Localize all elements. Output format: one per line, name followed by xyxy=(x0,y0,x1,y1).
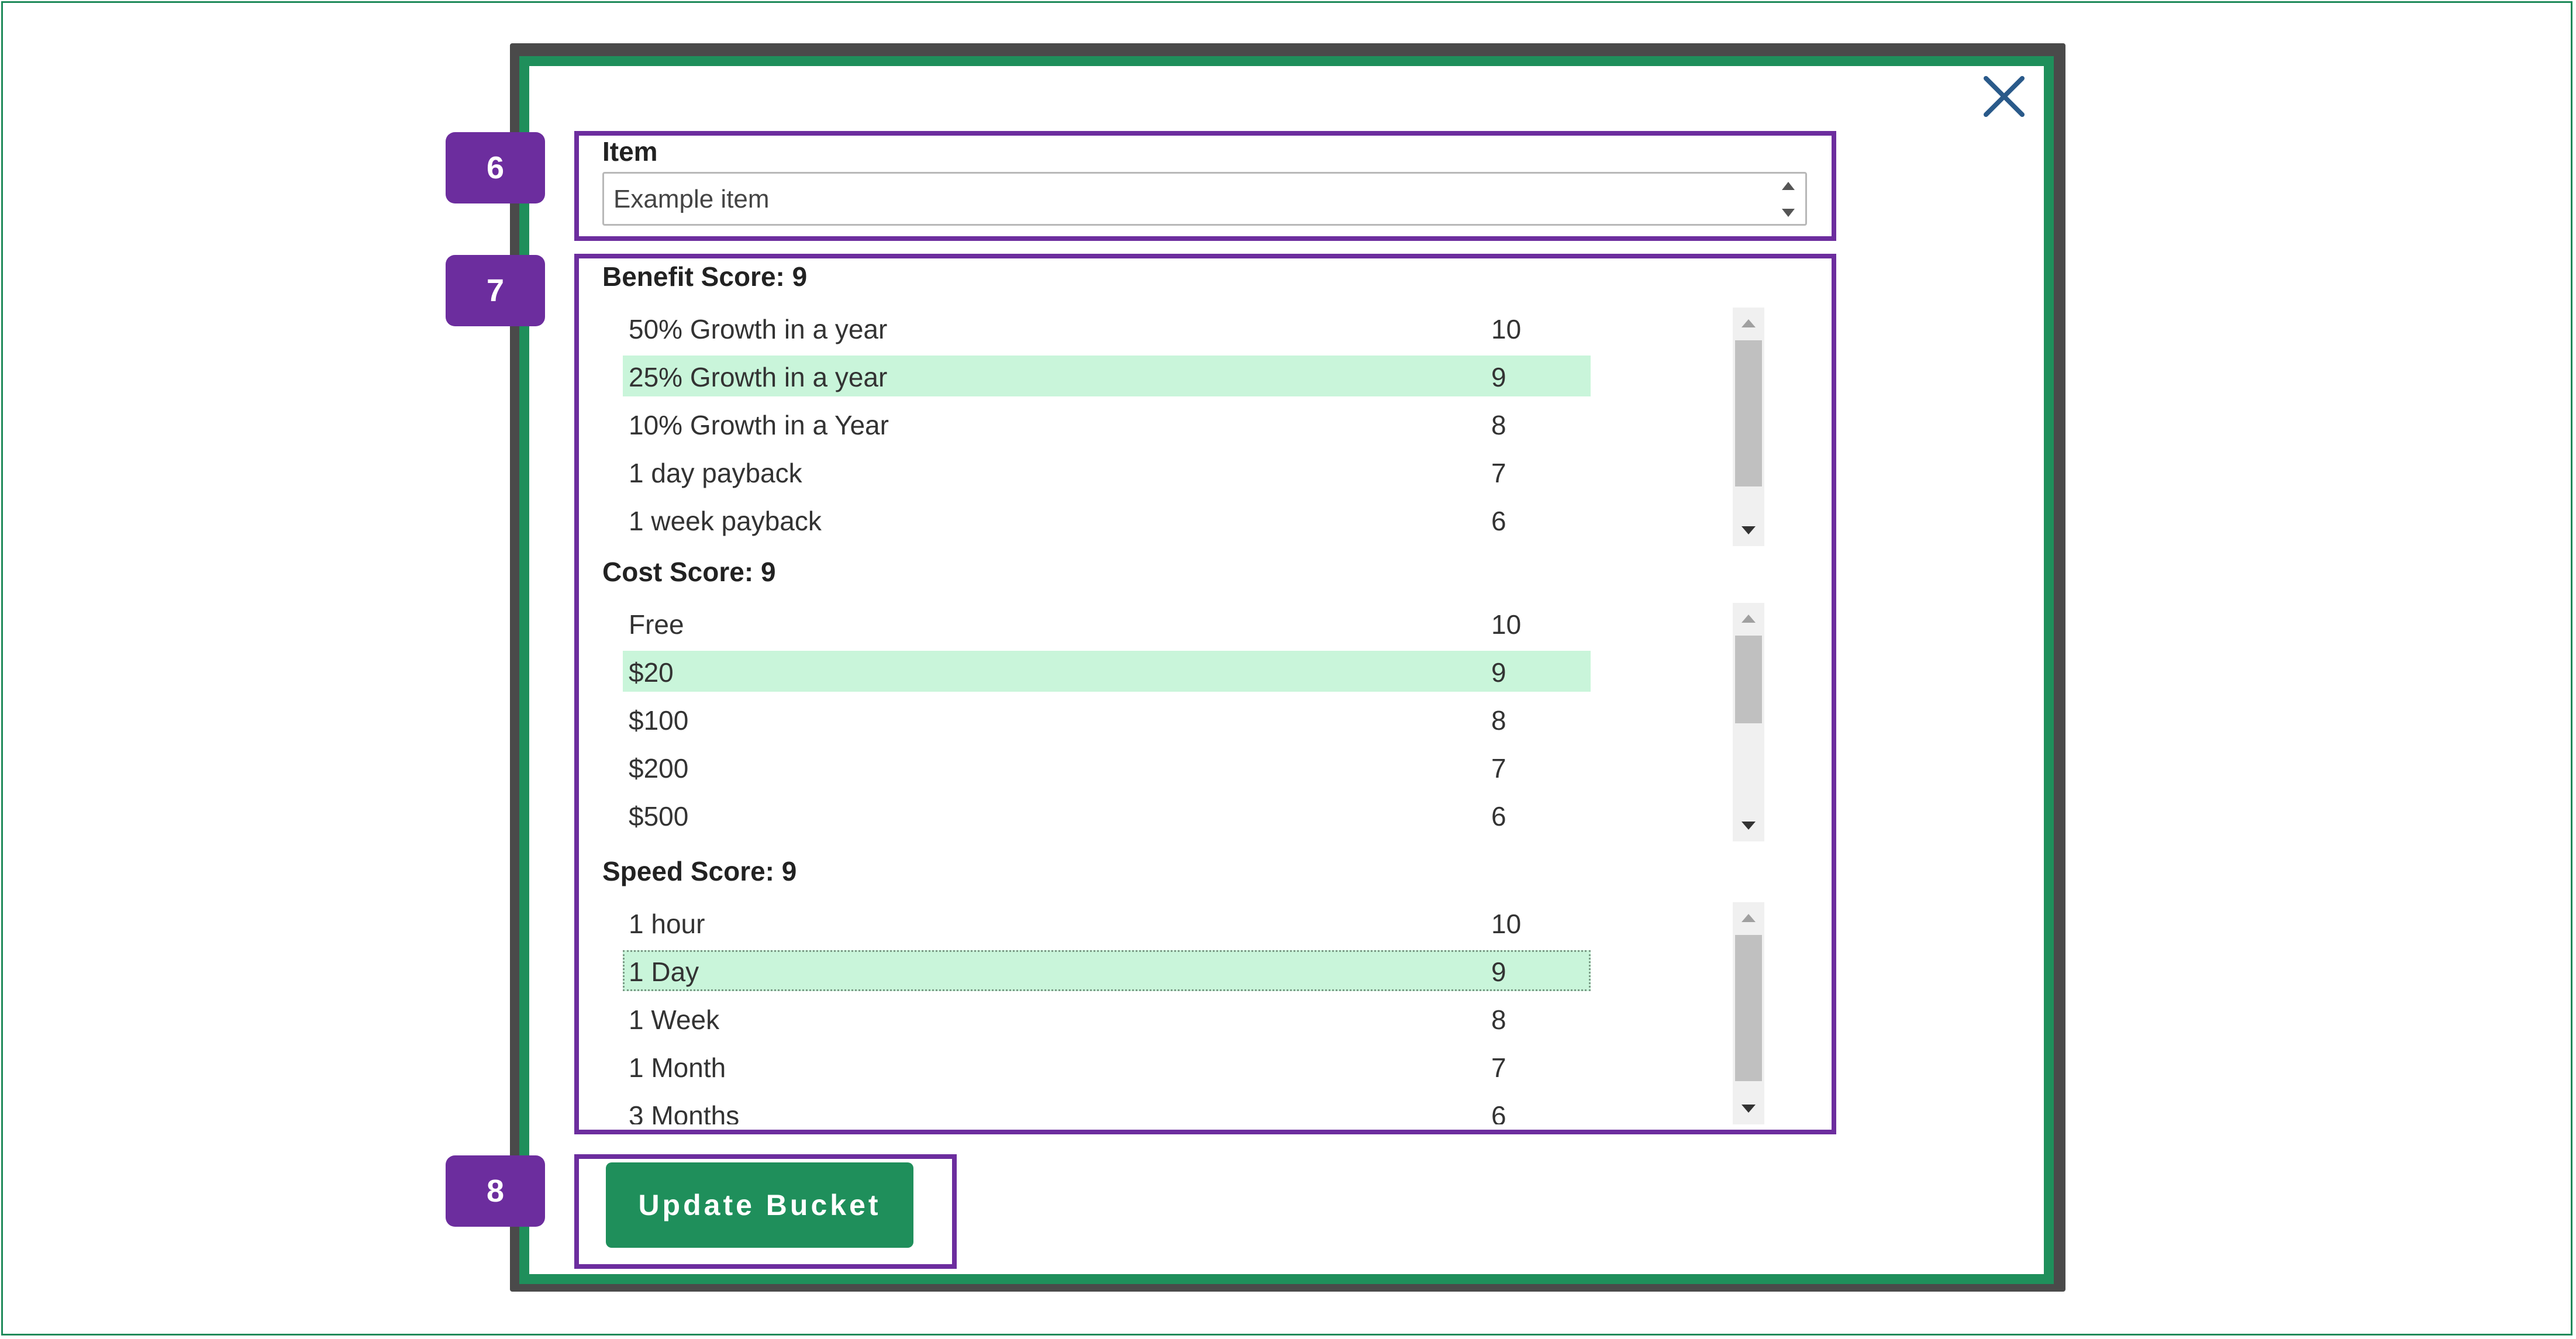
row-score: 10 xyxy=(1491,314,1522,344)
row-label: 25% Growth in a year xyxy=(629,362,888,392)
scroll-down-icon[interactable] xyxy=(1742,1105,1756,1113)
list-item[interactable]: $500 6 xyxy=(623,795,1591,836)
spin-down-icon[interactable] xyxy=(1782,209,1795,217)
list-item[interactable]: 3 Months 6 xyxy=(623,1094,1591,1124)
callout-badge-6: 6 xyxy=(446,132,545,203)
row-label: 1 week payback xyxy=(629,506,822,536)
scrollbar-thumb[interactable] xyxy=(1735,636,1762,723)
row-score: 6 xyxy=(1491,801,1506,831)
list-item-selected[interactable]: 1 Day 9 xyxy=(623,950,1591,991)
benefit-listbox[interactable]: 50% Growth in a year 10 25% Growth in a … xyxy=(623,308,1769,547)
scroll-down-icon[interactable] xyxy=(1742,526,1756,534)
row-label: $200 xyxy=(629,753,689,784)
benefit-score-heading: Benefit Score: 9 xyxy=(602,261,808,292)
row-score: 8 xyxy=(1491,705,1506,736)
list-item-selected[interactable]: $20 9 xyxy=(623,651,1591,692)
list-item-selected[interactable]: 25% Growth in a year 9 xyxy=(623,356,1591,396)
row-label: 50% Growth in a year xyxy=(629,314,888,344)
update-bucket-button[interactable]: Update Bucket xyxy=(606,1162,913,1248)
row-score: 10 xyxy=(1491,609,1522,640)
row-label: 1 Week xyxy=(629,1005,720,1035)
cost-scrollbar[interactable] xyxy=(1733,603,1764,841)
row-score: 7 xyxy=(1491,458,1506,488)
scroll-down-icon[interactable] xyxy=(1742,822,1756,830)
callout-badge-8: 8 xyxy=(446,1155,545,1227)
row-label: 1 Month xyxy=(629,1052,726,1083)
list-item[interactable]: 1 Month 7 xyxy=(623,1046,1591,1087)
speed-scrollbar[interactable] xyxy=(1733,902,1764,1124)
list-item[interactable]: 1 week payback 6 xyxy=(623,499,1591,540)
spin-up-icon[interactable] xyxy=(1782,182,1795,190)
item-field[interactable] xyxy=(602,172,1807,226)
scrollbar-thumb[interactable] xyxy=(1735,340,1762,486)
item-label: Item xyxy=(602,136,658,167)
scroll-up-icon[interactable] xyxy=(1742,615,1756,623)
list-item[interactable]: $100 8 xyxy=(623,699,1591,740)
item-input[interactable] xyxy=(612,184,1726,215)
row-score: 9 xyxy=(1491,362,1506,392)
row-score: 8 xyxy=(1491,410,1506,440)
row-label: $20 xyxy=(629,657,674,688)
scrollbar-thumb[interactable] xyxy=(1735,935,1762,1081)
row-score: 10 xyxy=(1491,909,1522,939)
row-score: 6 xyxy=(1491,506,1506,536)
row-label: 1 hour xyxy=(629,909,705,939)
close-icon[interactable] xyxy=(1978,70,2030,123)
row-score: 9 xyxy=(1491,957,1506,987)
row-score: 7 xyxy=(1491,1052,1506,1083)
row-label: 1 day payback xyxy=(629,458,802,488)
row-label: $500 xyxy=(629,801,689,831)
list-item[interactable]: 1 day payback 7 xyxy=(623,451,1591,492)
list-item[interactable]: 1 Week 8 xyxy=(623,998,1591,1039)
cost-listbox[interactable]: Free 10 $20 9 $100 8 $200 7 $500 6 xyxy=(623,603,1769,843)
speed-score-heading: Speed Score: 9 xyxy=(602,856,797,886)
cost-score-heading: Cost Score: 9 xyxy=(602,557,776,587)
list-item[interactable]: 1 hour 10 xyxy=(623,902,1591,943)
list-item[interactable]: $200 7 xyxy=(623,747,1591,788)
list-item[interactable]: Free 10 xyxy=(623,603,1591,644)
speed-listbox[interactable]: 1 hour 10 1 Day 9 1 Week 8 1 Month 7 3 M… xyxy=(623,902,1769,1124)
list-item[interactable]: 50% Growth in a year 10 xyxy=(623,308,1591,348)
list-item[interactable]: 10% Growth in a Year 8 xyxy=(623,403,1591,444)
row-label: Free xyxy=(629,609,684,640)
scroll-up-icon[interactable] xyxy=(1742,914,1756,922)
row-label: 3 Months xyxy=(629,1100,740,1124)
row-score: 8 xyxy=(1491,1005,1506,1035)
row-label: $100 xyxy=(629,705,689,736)
row-score: 9 xyxy=(1491,657,1506,688)
row-label: 1 Day xyxy=(629,957,699,987)
benefit-scrollbar[interactable] xyxy=(1733,308,1764,546)
row-score: 7 xyxy=(1491,753,1506,784)
row-score: 6 xyxy=(1491,1100,1506,1124)
scroll-up-icon[interactable] xyxy=(1742,319,1756,327)
row-label: 10% Growth in a Year xyxy=(629,410,889,440)
item-spinner[interactable] xyxy=(1776,178,1802,220)
callout-badge-7: 7 xyxy=(446,255,545,326)
